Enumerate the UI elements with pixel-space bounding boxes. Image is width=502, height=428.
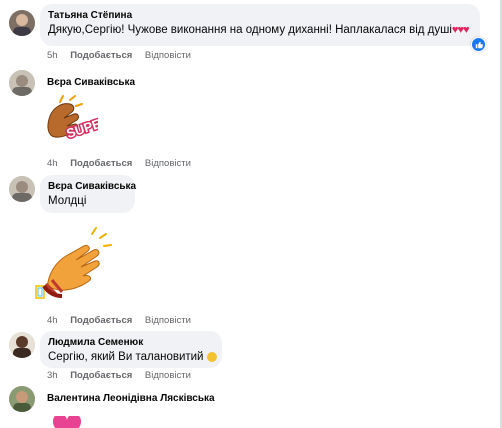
comment-author[interactable]: Вєра Сиваківська: [47, 76, 135, 89]
comment-text: Молдці: [48, 195, 87, 207]
comment-text-body: Дякую,Сергію! Чужове виконання на одному…: [48, 24, 452, 36]
like-reaction-icon[interactable]: [471, 37, 486, 52]
clapping-hands-sticker[interactable]: [34, 226, 114, 302]
comment-time[interactable]: 5h: [47, 50, 58, 61]
comment-author[interactable]: Вєра Сиваківська: [48, 180, 136, 193]
reply-button[interactable]: Відповісти: [145, 158, 191, 169]
comment-bubble: Людмила Семенюк Сергію, який Ви таланови…: [40, 331, 222, 368]
like-button[interactable]: Подобається: [70, 50, 132, 61]
avatar[interactable]: [9, 176, 35, 202]
comment-author[interactable]: Татьяна Стёпина: [48, 9, 472, 22]
avatar[interactable]: [9, 386, 35, 412]
comment-author[interactable]: Людмила Семенюк: [48, 336, 214, 349]
comment-actions: 4h Подобається Відповісти: [47, 158, 201, 170]
reply-button[interactable]: Відповісти: [145, 50, 191, 61]
heart-sticker[interactable]: [52, 416, 82, 428]
reply-button[interactable]: Відповісти: [145, 315, 191, 326]
comment-text: Сергію, який Ви талановитий: [48, 349, 217, 365]
like-button[interactable]: Подобається: [70, 158, 132, 169]
comment-author[interactable]: Валентина Леонідівна Лясківська: [47, 392, 215, 405]
clapping-hands-super-sticker[interactable]: SUPER!: [40, 94, 117, 150]
broken-heart-icon: ♥♥♥: [451, 24, 470, 36]
avatar[interactable]: [9, 70, 35, 96]
like-button[interactable]: Подобається: [70, 315, 132, 326]
avatar[interactable]: [9, 10, 35, 36]
comment-time[interactable]: 4h: [47, 315, 58, 326]
comment-bubble: Вєра Сиваківська Молдці: [40, 175, 136, 213]
comment-actions: 5h Подобається Відповісти: [47, 50, 201, 62]
comment-text-body: Сергію, який Ви талановитий: [48, 351, 204, 363]
comment-actions: 3h Подобається Відповісти: [47, 370, 201, 382]
comment-bubble: Татьяна Стёпина Дякую,Сергію! Чужове вик…: [40, 4, 486, 52]
clapping-hands-icon: [206, 351, 217, 362]
comment-text: Дякую,Сергію! Чужове виконання на одному…: [48, 22, 472, 38]
like-button[interactable]: Подобається: [70, 370, 132, 381]
comment-time[interactable]: 4h: [47, 158, 58, 169]
reply-button[interactable]: Відповісти: [145, 370, 191, 381]
avatar[interactable]: [9, 332, 35, 358]
comment-actions: 4h Подобається Відповісти: [47, 315, 201, 327]
comment-time[interactable]: 3h: [47, 370, 58, 381]
